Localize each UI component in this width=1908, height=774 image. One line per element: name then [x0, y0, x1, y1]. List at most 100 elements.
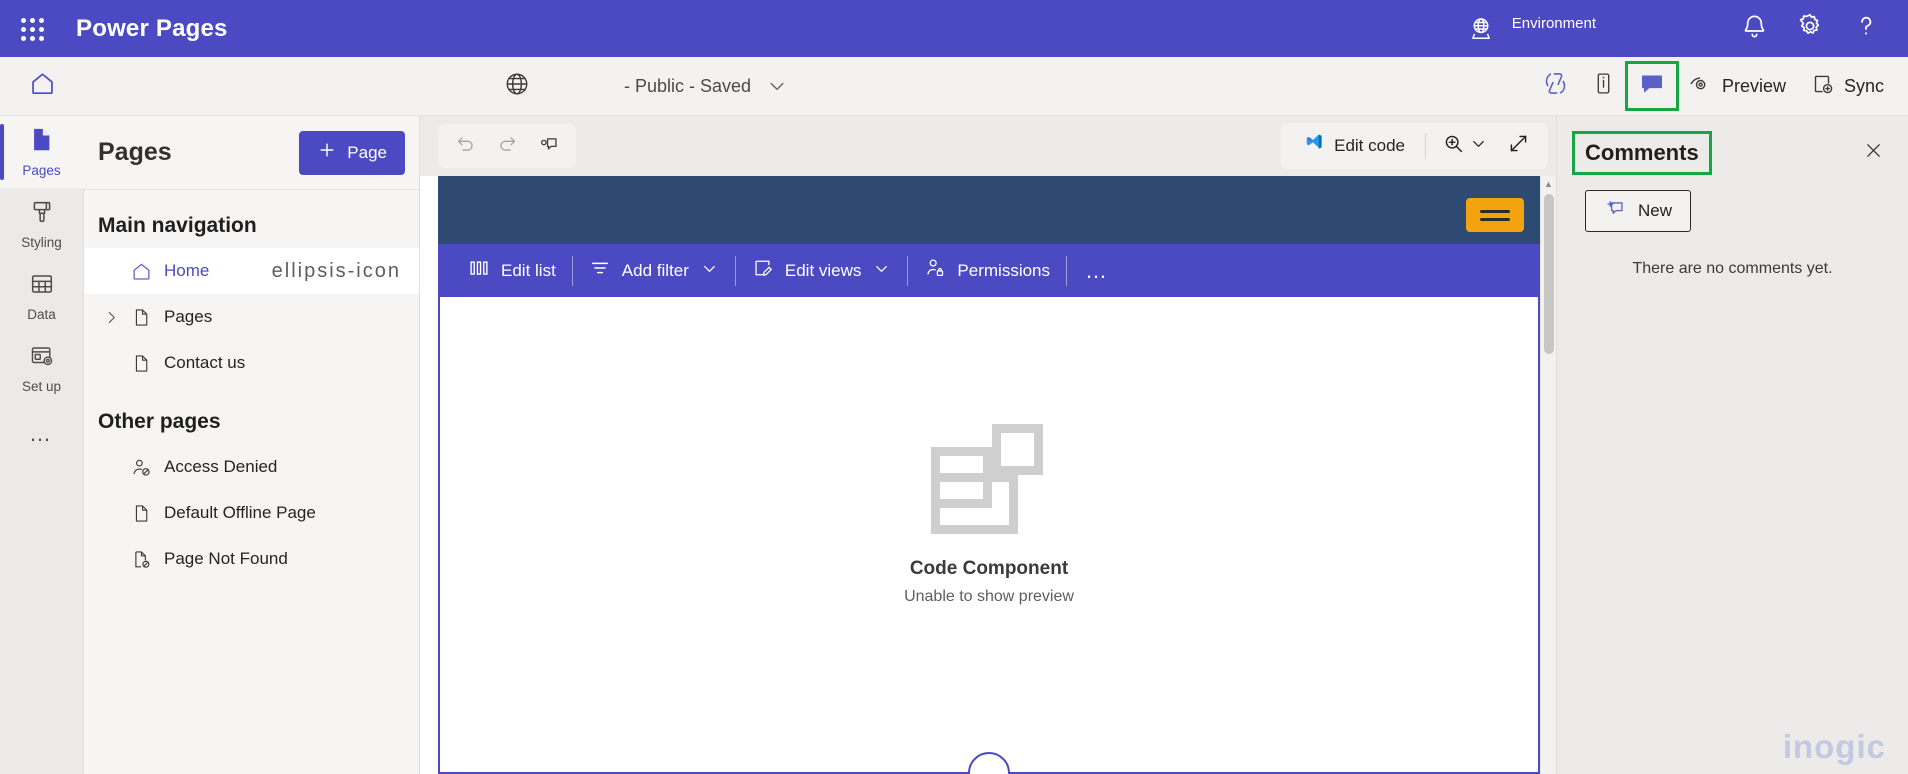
- ellipsis-icon: …: [1085, 257, 1110, 283]
- edit-views-button[interactable]: Edit views: [736, 244, 908, 297]
- preview-button[interactable]: Preview: [1676, 64, 1798, 108]
- list-toolbar-label: Edit list: [501, 260, 556, 280]
- canvas-right-tools: Edit code: [1281, 123, 1548, 169]
- nav-item-default-offline-page[interactable]: Default Offline Page: [84, 490, 419, 536]
- list-body: Code Component Unable to show preview: [438, 297, 1540, 774]
- scrollbar-thumb[interactable]: [1543, 194, 1554, 354]
- chevron-down-icon: [872, 259, 891, 283]
- power-pages-app: Power Pages Environment - Public - Saved…: [0, 0, 1908, 774]
- edit-code-label: Edit code: [1334, 136, 1405, 155]
- nav-item-pages[interactable]: Pages: [84, 294, 419, 340]
- canvas-toolbar: Edit code: [420, 116, 1556, 176]
- nav-item-home[interactable]: Home ellipsis-icon: [84, 248, 419, 294]
- zoom-control[interactable]: [1434, 126, 1496, 166]
- environment-selector[interactable]: Environment: [1464, 12, 1596, 46]
- nav-item-label: Access Denied: [164, 457, 278, 476]
- filter-icon: [589, 257, 611, 284]
- comment-icon: [1637, 69, 1667, 104]
- redo-button[interactable]: [486, 126, 528, 166]
- site-visibility-icon-button[interactable]: [504, 71, 530, 102]
- list-toolbar-label: Edit views: [784, 260, 862, 280]
- table-icon: [29, 271, 55, 302]
- home-icon: [29, 70, 56, 102]
- list-overflow-button[interactable]: …: [1067, 244, 1127, 297]
- globe-icon: [504, 71, 530, 102]
- sidebar-item-data[interactable]: Data: [0, 260, 84, 332]
- environment-label: Environment: [1511, 14, 1596, 32]
- puzzle-grid-icon: [930, 423, 1048, 540]
- document-blocked-icon: [124, 549, 158, 570]
- app-title: Power Pages: [76, 14, 228, 42]
- chevron-down-icon: [767, 76, 787, 96]
- site-header-strip: [438, 176, 1540, 244]
- columns-icon: [468, 257, 490, 284]
- undo-icon: [455, 133, 476, 159]
- site-status-dropdown[interactable]: - Public - Saved: [624, 76, 787, 97]
- bell-icon: [1741, 13, 1768, 45]
- hamburger-menu-icon[interactable]: [1466, 198, 1524, 232]
- nav-item-label: Pages: [164, 307, 213, 326]
- scroll-up-arrow-icon[interactable]: ▲: [1544, 176, 1553, 192]
- canvas-scrollbar[interactable]: ▲: [1540, 176, 1556, 774]
- list-toolbar: Edit list Add filter Edit views Permissi…: [438, 244, 1540, 297]
- add-filter-button[interactable]: Add filter: [573, 244, 735, 297]
- notifications-button[interactable]: [1726, 0, 1782, 57]
- comments-title: Comments: [1585, 140, 1699, 165]
- header-right-actions: Environment: [1464, 0, 1908, 57]
- sidebar-more-button[interactable]: …: [0, 404, 84, 464]
- command-bar-actions: Preview Sync: [1532, 57, 1908, 115]
- page-title: Pages: [98, 138, 172, 166]
- sidebar-item-setup[interactable]: Set up: [0, 332, 84, 404]
- info-panel-button[interactable]: [1580, 64, 1628, 108]
- chevron-right-icon[interactable]: [98, 309, 124, 326]
- nav-item-access-denied[interactable]: Access Denied: [84, 444, 419, 490]
- canvas-viewport: Edit list Add filter Edit views Permissi…: [420, 176, 1556, 774]
- comments-panel-header: Comments: [1557, 116, 1908, 175]
- help-button[interactable]: [1838, 0, 1894, 57]
- add-page-button[interactable]: Page: [299, 130, 405, 175]
- power-platform-button[interactable]: [1532, 64, 1580, 108]
- permissions-button[interactable]: Permissions: [908, 244, 1066, 297]
- settings-button[interactable]: [1782, 0, 1838, 57]
- code-component-subtitle: Unable to show preview: [904, 588, 1074, 605]
- info-panel-icon: [1591, 71, 1616, 101]
- site-status-label: - Public - Saved: [624, 75, 752, 96]
- app-header: Power Pages Environment: [0, 0, 1908, 57]
- add-comment-button[interactable]: [528, 126, 570, 166]
- home-button[interactable]: [0, 57, 84, 115]
- app-launcher-icon[interactable]: [18, 15, 46, 43]
- sync-icon: [1810, 72, 1834, 101]
- sidebar-item-label: Pages: [22, 163, 61, 178]
- paintbrush-icon: [29, 199, 55, 230]
- edit-list-button[interactable]: Edit list: [452, 244, 572, 297]
- person-blocked-icon: [124, 457, 158, 478]
- sync-button[interactable]: Sync: [1798, 64, 1896, 108]
- preview-eye-icon: [1688, 72, 1712, 101]
- nav-item-page-not-found[interactable]: Page Not Found: [84, 536, 419, 582]
- sidebar-item-label: Set up: [21, 378, 62, 394]
- list-bottom-indicator: [968, 752, 1010, 774]
- gear-icon: [1796, 12, 1824, 45]
- list-toolbar-label: Add filter: [621, 260, 689, 280]
- close-comments-button[interactable]: [1856, 136, 1890, 170]
- comments-toggle-button[interactable]: [1624, 61, 1679, 111]
- edit-code-button[interactable]: Edit code: [1289, 126, 1417, 166]
- ellipsis-icon[interactable]: ellipsis-icon: [272, 260, 401, 283]
- expand-canvas-button[interactable]: [1496, 126, 1540, 166]
- document-icon: [124, 503, 158, 524]
- nav-item-label: Default Offline Page: [164, 503, 316, 522]
- sidebar-item-pages[interactable]: Pages: [0, 116, 84, 188]
- edit-views-icon: [752, 257, 774, 284]
- undo-button[interactable]: [444, 126, 486, 166]
- nav-item-contact-us[interactable]: Contact us: [84, 340, 419, 386]
- left-rail: Pages Styling Data Set up …: [0, 116, 84, 774]
- environment-globe-icon: [1464, 12, 1498, 46]
- sidebar-item-styling[interactable]: Styling: [0, 188, 84, 260]
- new-comment-button[interactable]: New: [1585, 190, 1692, 232]
- pages-panel: Pages Page Main navigation Home ellipsis…: [84, 116, 420, 774]
- add-comment-icon: [538, 133, 560, 160]
- chevron-down-icon: [700, 259, 719, 283]
- person-lock-icon: [924, 257, 946, 284]
- document-icon: [124, 307, 158, 328]
- list-toolbar-label: Permissions: [957, 260, 1051, 280]
